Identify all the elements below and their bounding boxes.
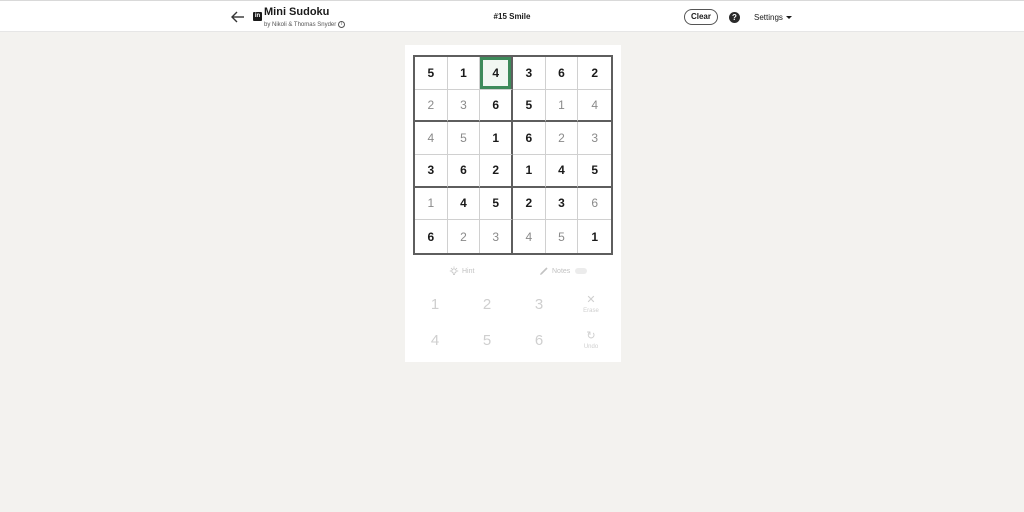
- sudoku-cell[interactable]: 1: [578, 220, 611, 253]
- sudoku-cell[interactable]: 4: [480, 57, 513, 90]
- sudoku-cell[interactable]: 6: [513, 122, 546, 155]
- sudoku-cell[interactable]: 2: [480, 155, 513, 188]
- lightbulb-icon: [449, 266, 459, 275]
- caret-down-icon: [785, 16, 792, 19]
- sudoku-cell[interactable]: 4: [415, 122, 448, 155]
- byline-text: by Nikoli & Thomas Snyder: [264, 21, 337, 28]
- sudoku-cell[interactable]: 1: [513, 155, 546, 188]
- sudoku-cell[interactable]: 5: [415, 57, 448, 90]
- sudoku-cell[interactable]: 4: [578, 90, 611, 123]
- sudoku-cell[interactable]: 3: [447, 89, 481, 123]
- sudoku-cell[interactable]: 2: [578, 57, 611, 90]
- sudoku-cell[interactable]: 1: [415, 187, 448, 221]
- sudoku-cell[interactable]: 5: [447, 122, 481, 155]
- sudoku-board: 514362236514451623362145145236623451: [413, 55, 613, 255]
- undo-label: Undo: [583, 343, 599, 350]
- info-icon[interactable]: i: [338, 21, 346, 28]
- sudoku-cell[interactable]: 4: [545, 155, 579, 188]
- sudoku-cell[interactable]: 3: [415, 155, 448, 188]
- hint-label: Hint: [462, 267, 475, 275]
- sudoku-cell[interactable]: 5: [546, 220, 579, 253]
- linkedin-icon: in: [253, 12, 262, 21]
- sudoku-cell[interactable]: 4: [447, 187, 481, 221]
- number-pad: 1 2 3 ✕ Erase 4 5 6 ↻ Undo: [405, 287, 621, 359]
- sudoku-cell[interactable]: 6: [415, 220, 448, 253]
- notes-label: Notes: [552, 267, 571, 275]
- sudoku-cell[interactable]: 1: [480, 122, 513, 155]
- sudoku-cell[interactable]: 3: [480, 220, 513, 253]
- pencil-icon: [540, 267, 548, 275]
- sudoku-cell[interactable]: 4: [513, 220, 546, 253]
- erase-button[interactable]: ✕ Erase: [571, 289, 611, 319]
- sudoku-cell[interactable]: 1: [447, 57, 481, 90]
- sudoku-cell[interactable]: 2: [415, 89, 448, 123]
- number-key-6[interactable]: 6: [519, 325, 559, 355]
- help-icon[interactable]: ?: [729, 12, 740, 23]
- erase-label: Erase: [583, 307, 599, 314]
- sudoku-cell[interactable]: 6: [447, 155, 481, 188]
- sudoku-cell[interactable]: 6: [578, 188, 611, 221]
- byline: by Nikoli & Thomas Snyder i: [264, 21, 346, 28]
- sudoku-cell[interactable]: 1: [545, 89, 579, 123]
- number-key-2[interactable]: 2: [467, 289, 507, 319]
- hint-button[interactable]: Hint: [449, 266, 474, 276]
- sudoku-cell[interactable]: 5: [513, 89, 546, 123]
- close-icon: ✕: [586, 293, 596, 306]
- undo-button[interactable]: ↻ Undo: [571, 325, 611, 355]
- sudoku-cell[interactable]: 6: [480, 89, 513, 123]
- notes-switch[interactable]: [575, 268, 588, 274]
- sudoku-cell[interactable]: 6: [545, 57, 579, 90]
- number-key-3[interactable]: 3: [519, 289, 559, 319]
- sudoku-cell[interactable]: 2: [513, 187, 546, 221]
- notes-toggle[interactable]: Notes: [539, 266, 588, 276]
- settings-label: Settings: [754, 13, 783, 22]
- game-card: 514362236514451623362145145236623451 Hin…: [405, 45, 621, 362]
- undo-icon: ↻: [586, 329, 596, 342]
- tool-bar: Hint Notes: [405, 263, 621, 279]
- number-key-5[interactable]: 5: [467, 325, 507, 355]
- sudoku-cell[interactable]: 3: [578, 122, 611, 155]
- back-arrow-icon[interactable]: [229, 8, 247, 26]
- settings-dropdown[interactable]: Settings: [754, 13, 792, 22]
- sudoku-cell[interactable]: 2: [448, 220, 481, 253]
- sudoku-cell[interactable]: 5: [480, 187, 513, 221]
- sudoku-cell[interactable]: 3: [545, 187, 579, 221]
- puzzle-title: #15 Smile: [493, 12, 531, 21]
- sudoku-cell[interactable]: 3: [513, 57, 546, 90]
- top-bar: in Mini Sudoku by Nikoli & Thomas Snyder…: [0, 0, 1024, 32]
- game-title: Mini Sudoku: [264, 6, 330, 18]
- sudoku-cell[interactable]: 5: [578, 155, 611, 188]
- number-key-4[interactable]: 4: [415, 325, 455, 355]
- sudoku-cell[interactable]: 2: [545, 122, 579, 155]
- clear-button[interactable]: Clear: [684, 9, 718, 25]
- number-key-1[interactable]: 1: [415, 289, 455, 319]
